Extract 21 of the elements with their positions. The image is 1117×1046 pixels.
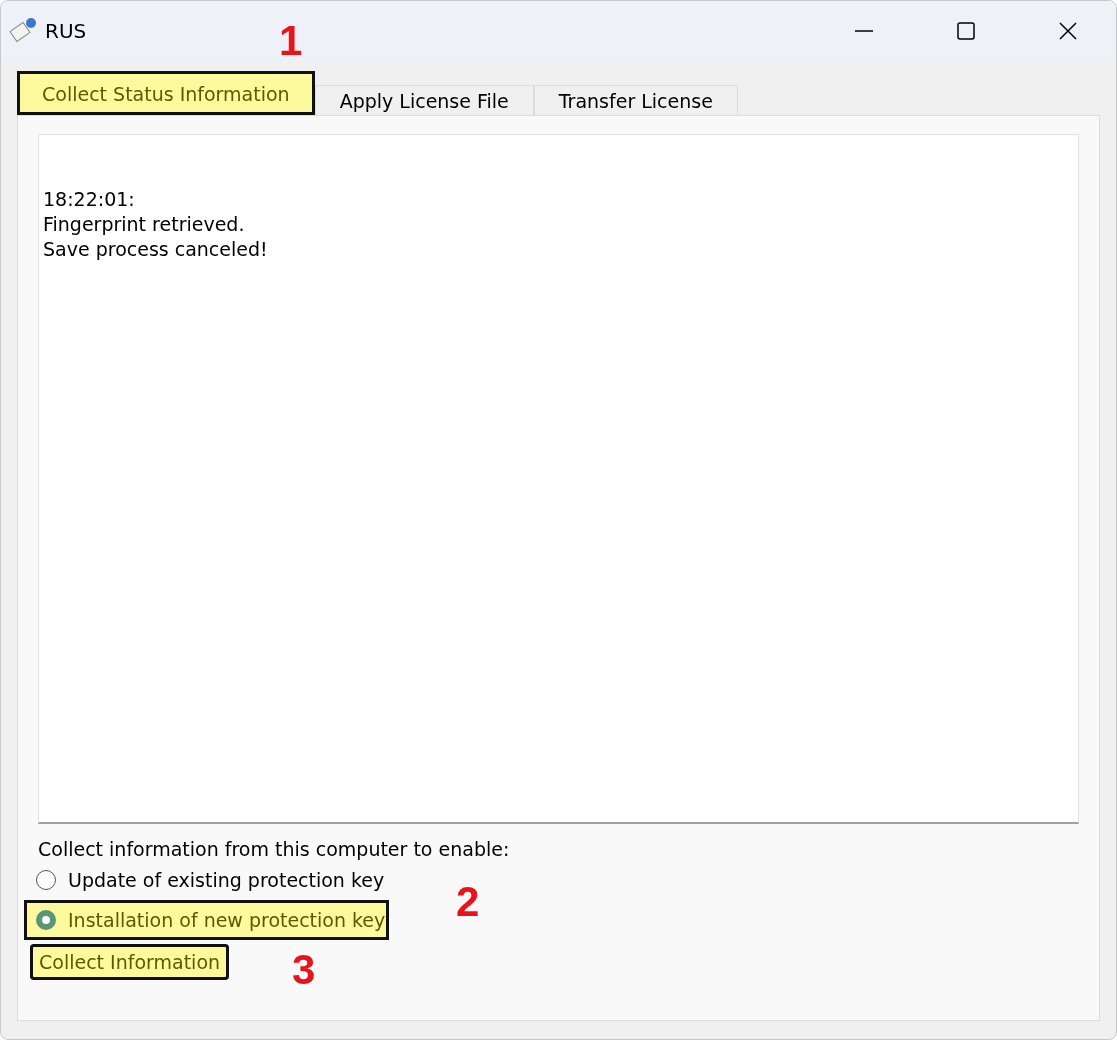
radio-icon[interactable]	[36, 870, 56, 890]
prompt-text: Collect information from this computer to enable:	[38, 838, 511, 860]
tab[interactable]: Collect Status Information	[17, 71, 315, 115]
tab[interactable]: Apply License File	[314, 85, 534, 115]
collect-information-button[interactable]: Collect Information	[30, 944, 230, 980]
radio-icon[interactable]	[36, 910, 56, 930]
tab[interactable]: Transfer License	[533, 85, 738, 115]
radio-label: Update of existing protection key	[68, 869, 385, 891]
callout-number: 3	[292, 946, 316, 994]
callout-number: 1	[279, 17, 303, 65]
callout-number: 2	[456, 878, 480, 926]
radio-option[interactable]: Update of existing protection key	[24, 860, 389, 900]
log-line: Fingerprint retrieved.	[43, 212, 246, 237]
close-icon	[1058, 21, 1078, 41]
minimize-icon	[854, 30, 874, 32]
log-line: 18:22:01:	[43, 187, 136, 212]
maximize-icon	[956, 21, 976, 41]
log-line: Save process canceled!	[43, 237, 269, 262]
radio-label: Installation of new protection key	[68, 909, 386, 931]
window-title: RUS	[45, 19, 87, 43]
radio-option[interactable]: Installation of new protection key	[24, 900, 390, 940]
